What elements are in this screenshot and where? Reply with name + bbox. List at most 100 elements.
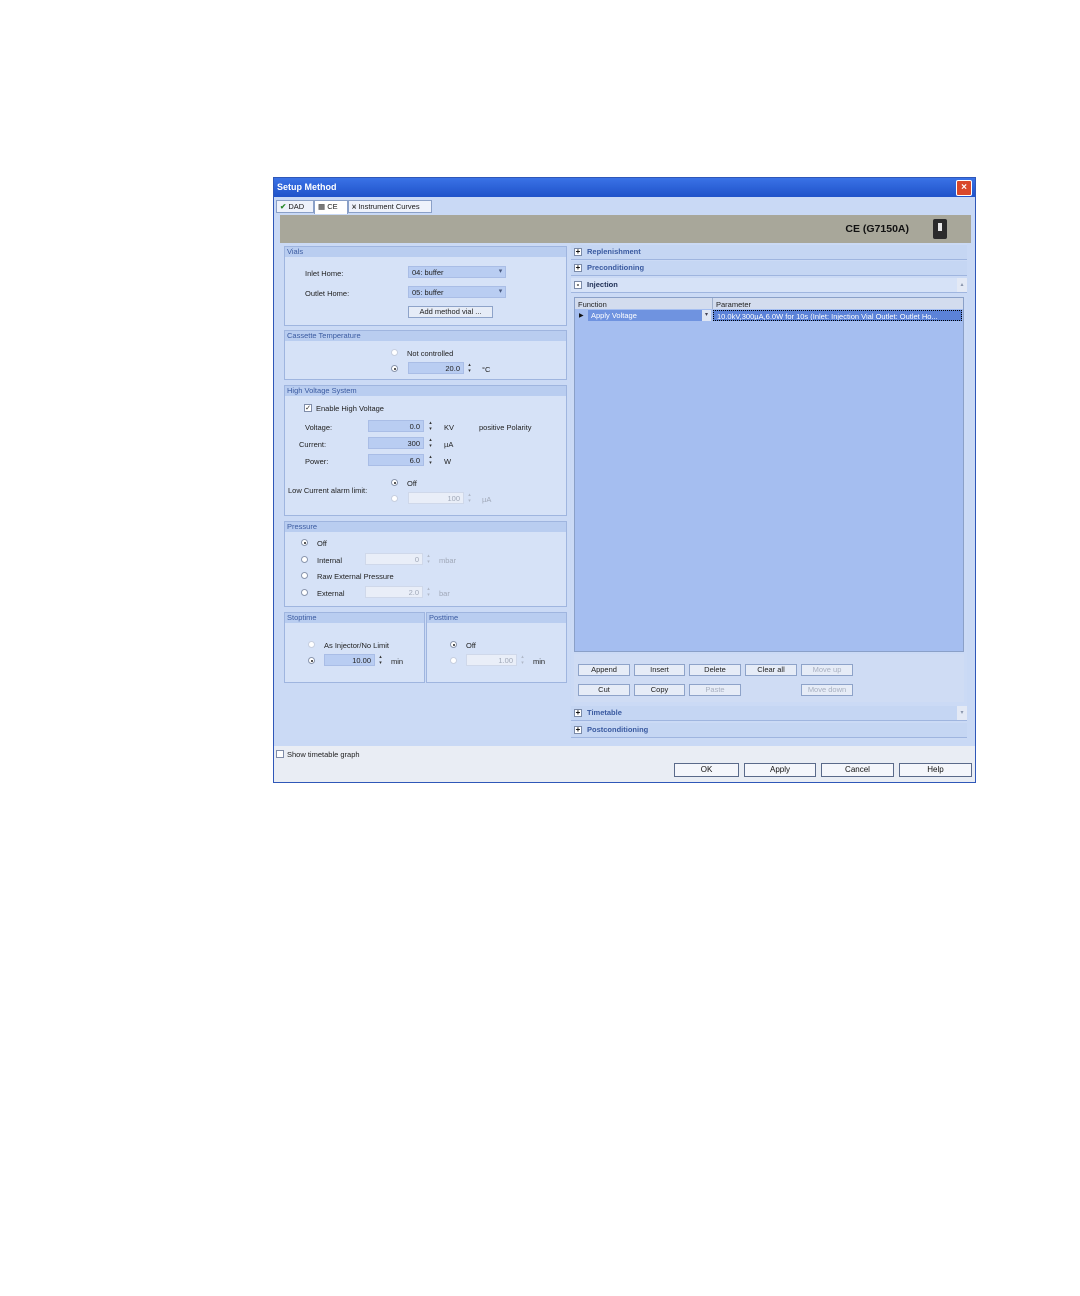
power-input[interactable]: 6.0 bbox=[368, 454, 424, 466]
chevron-down-icon[interactable]: ▾ bbox=[702, 310, 711, 321]
section-replenishment-label: Replenishment bbox=[587, 247, 641, 256]
pressure-external-unit: bar bbox=[439, 589, 450, 598]
alarm-limit-input[interactable]: 100 bbox=[408, 492, 464, 504]
spin-arrows-icon[interactable]: ▴ ▾ bbox=[425, 553, 432, 565]
append-button[interactable]: Append bbox=[578, 664, 630, 676]
help-button[interactable]: Help bbox=[899, 763, 972, 777]
expand-icon[interactable]: + bbox=[574, 709, 582, 717]
outlet-home-select[interactable]: 05: buffer bbox=[408, 286, 506, 298]
scroll-down-icon[interactable]: ▾ bbox=[957, 706, 967, 720]
high-voltage-header: High Voltage System bbox=[285, 386, 566, 396]
tab-instrument-curves[interactable]: ⩙ Instrument Curves bbox=[348, 200, 432, 213]
cancel-button[interactable]: Cancel bbox=[821, 763, 894, 777]
spin-arrows-icon[interactable]: ▴ ▾ bbox=[427, 437, 434, 449]
row-function-select[interactable]: Apply Voltage bbox=[588, 310, 711, 321]
stoptime-value-radio[interactable] bbox=[308, 657, 315, 664]
section-preconditioning[interactable]: + Preconditioning bbox=[571, 261, 967, 276]
move-up-button[interactable]: Move up bbox=[801, 664, 853, 676]
tab-ce[interactable]: ▦ CE bbox=[314, 200, 348, 214]
expand-icon[interactable]: + bbox=[574, 248, 582, 256]
chevron-down-icon[interactable]: ▾ bbox=[496, 287, 505, 297]
scroll-up-icon[interactable]: ▴ bbox=[957, 278, 967, 292]
collapse-icon[interactable]: - bbox=[574, 281, 582, 289]
cut-button[interactable]: Cut bbox=[578, 684, 630, 696]
current-unit: µA bbox=[444, 440, 454, 449]
not-controlled-label: Not controlled bbox=[407, 349, 454, 358]
stoptime-panel: Stoptime As Injector/No Limit 10.00 ▴ ▾ m… bbox=[284, 612, 425, 683]
curves-icon: ⩙ bbox=[352, 202, 357, 211]
section-timetable[interactable]: + Timetable bbox=[571, 706, 967, 721]
pressure-external-label: External bbox=[317, 589, 345, 598]
pressure-internal-radio[interactable] bbox=[301, 556, 308, 563]
table-row[interactable]: ▶ Apply Voltage ▾ 10.0kV,300µA,6.0W for … bbox=[575, 310, 963, 321]
cassette-temperature-input[interactable]: 20.0 bbox=[408, 362, 464, 374]
section-timetable-label: Timetable bbox=[587, 708, 622, 717]
move-down-button[interactable]: Move down bbox=[801, 684, 853, 696]
section-postconditioning[interactable]: + Postconditioning bbox=[571, 723, 967, 738]
section-injection-label: Injection bbox=[587, 280, 618, 289]
enable-high-voltage-label: Enable High Voltage bbox=[316, 404, 384, 413]
enable-high-voltage-checkbox[interactable]: ✓ bbox=[304, 404, 312, 412]
temperature-set-radio[interactable] bbox=[391, 365, 398, 372]
posttime-off-radio[interactable] bbox=[450, 641, 457, 648]
stoptime-input[interactable]: 10.00 bbox=[324, 654, 375, 666]
expand-icon[interactable]: + bbox=[574, 264, 582, 272]
ce-module-icon: ▦ bbox=[318, 202, 326, 211]
insert-button[interactable]: Insert bbox=[634, 664, 685, 676]
spin-arrows-icon[interactable]: ▴ ▾ bbox=[425, 586, 432, 598]
not-controlled-radio[interactable] bbox=[391, 349, 398, 356]
spin-arrows-icon[interactable]: ▴ ▾ bbox=[519, 654, 526, 666]
pressure-internal-input[interactable]: 0 bbox=[365, 553, 423, 565]
raw-external-pressure-radio[interactable] bbox=[301, 572, 308, 579]
stoptime-header: Stoptime bbox=[285, 613, 424, 623]
spin-arrows-icon[interactable]: ▴ ▾ bbox=[427, 454, 434, 466]
tab-dad[interactable]: ✔ DAD bbox=[276, 200, 314, 213]
ce-device-icon bbox=[933, 219, 947, 239]
tab-dad-label: DAD bbox=[288, 202, 305, 211]
add-method-vial-button[interactable]: Add method vial ... bbox=[408, 306, 493, 318]
posttime-unit: min bbox=[533, 657, 546, 666]
alarm-limit-radio[interactable] bbox=[391, 495, 398, 502]
copy-button[interactable]: Copy bbox=[634, 684, 685, 696]
inlet-home-label: Inlet Home: bbox=[305, 269, 344, 278]
vials-panel: Vials Inlet Home: 04: buffer ▾ Outlet Ho… bbox=[284, 246, 567, 326]
power-label: Power: bbox=[305, 457, 329, 466]
spin-arrows-icon[interactable]: ▴ ▾ bbox=[466, 362, 473, 374]
spin-arrows-icon[interactable]: ▴ ▾ bbox=[427, 420, 434, 432]
voltage-unit: KV bbox=[444, 423, 455, 432]
posttime-header: Posttime bbox=[427, 613, 566, 623]
delete-button[interactable]: Delete bbox=[689, 664, 741, 676]
voltage-input[interactable]: 0.0 bbox=[368, 420, 424, 432]
inlet-home-select[interactable]: 04: buffer bbox=[408, 266, 506, 278]
section-injection[interactable]: - Injection bbox=[571, 278, 967, 293]
close-button[interactable]: × bbox=[956, 180, 972, 196]
current-input[interactable]: 300 bbox=[368, 437, 424, 449]
show-timetable-graph-checkbox[interactable] bbox=[276, 750, 284, 758]
clear-all-button[interactable]: Clear all bbox=[745, 664, 797, 676]
alarm-off-radio[interactable] bbox=[391, 479, 398, 486]
posttime-value-radio[interactable] bbox=[450, 657, 457, 664]
ok-button[interactable]: OK bbox=[674, 763, 739, 777]
row-parameter-cell[interactable]: 10.0kV,300µA,6.0W for 10s (Inlet: Inject… bbox=[713, 310, 962, 321]
pressure-internal-unit: mbar bbox=[439, 556, 457, 565]
column-function[interactable]: Function bbox=[578, 300, 607, 309]
as-injector-radio[interactable] bbox=[308, 641, 315, 648]
paste-button[interactable]: Paste bbox=[689, 684, 741, 696]
apply-button[interactable]: Apply bbox=[744, 763, 816, 777]
raw-external-pressure-label: Raw External Pressure bbox=[317, 572, 394, 581]
pressure-external-input[interactable]: 2.0 bbox=[365, 586, 423, 598]
pressure-off-radio[interactable] bbox=[301, 539, 308, 546]
posttime-input[interactable]: 1.00 bbox=[466, 654, 517, 666]
title-bar: Setup Method × bbox=[274, 178, 975, 197]
section-preconditioning-label: Preconditioning bbox=[587, 263, 645, 272]
pressure-external-radio[interactable] bbox=[301, 589, 308, 596]
voltage-label: Voltage: bbox=[305, 423, 333, 432]
column-parameter[interactable]: Parameter bbox=[716, 300, 751, 309]
expand-icon[interactable]: + bbox=[574, 726, 582, 734]
stoptime-unit: min bbox=[391, 657, 404, 666]
spin-arrows-icon[interactable]: ▴ ▾ bbox=[377, 654, 384, 666]
module-header: CE (G7150A) bbox=[280, 215, 971, 243]
chevron-down-icon[interactable]: ▾ bbox=[496, 267, 505, 277]
section-replenishment[interactable]: + Replenishment bbox=[571, 245, 967, 260]
spin-arrows-icon[interactable]: ▴ ▾ bbox=[466, 492, 473, 504]
